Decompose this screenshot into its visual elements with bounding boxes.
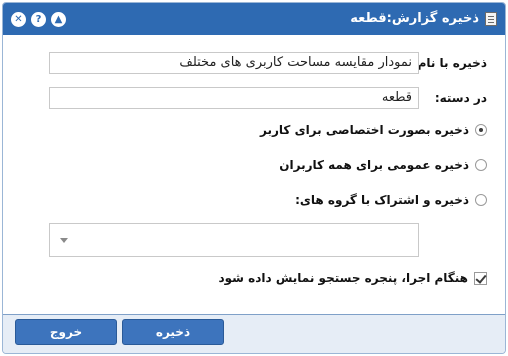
report-icon [485,12,497,26]
private-save-label: ذخیره بصورت اختصاصی برای کاربر [260,123,469,137]
chevron-down-icon[interactable] [60,238,68,243]
save-button[interactable]: ذخیره [122,319,224,345]
show-search-checkbox[interactable] [474,271,487,285]
public-save-radio[interactable] [475,159,487,171]
show-search-option[interactable]: هنگام اجرا، پنجره جستجو نمایش داده شود [218,269,487,287]
close-icon[interactable]: ✕ [11,12,26,27]
group-share-label: ذخیره و اشتراک با گروه های: [295,193,469,207]
category-field[interactable]: قطعه [49,87,419,109]
public-save-option[interactable]: ذخیره عمومی برای همه کاربران [279,156,487,174]
help-icon[interactable]: ? [31,12,46,27]
group-select[interactable] [49,223,419,257]
private-save-option[interactable]: ذخیره بصورت اختصاصی برای کاربر [260,121,487,139]
dialog-footer: ذخیره خروج [3,314,505,353]
exit-button[interactable]: خروج [15,319,117,345]
show-search-label: هنگام اجرا، پنجره جستجو نمایش داده شود [218,271,468,285]
save-report-dialog: ذخیره گزارش:قطعه ✕ ? ▲ ذخیره با نام: نمو… [2,2,506,354]
name-label: ذخیره با نام: [412,56,487,70]
dialog-title: ذخیره گزارش:قطعه [350,11,479,26]
public-save-label: ذخیره عمومی برای همه کاربران [279,158,469,172]
collapse-icon[interactable]: ▲ [51,12,66,27]
name-field[interactable]: نمودار مقایسه مساحت کاربری های مختلف [49,52,419,74]
group-share-option[interactable]: ذخیره و اشتراک با گروه های: [295,191,487,209]
private-save-radio[interactable] [475,124,487,136]
dialog-titlebar[interactable]: ذخیره گزارش:قطعه ✕ ? ▲ [3,3,505,35]
group-share-radio[interactable] [475,194,487,206]
category-label: در دسته: [434,91,487,105]
